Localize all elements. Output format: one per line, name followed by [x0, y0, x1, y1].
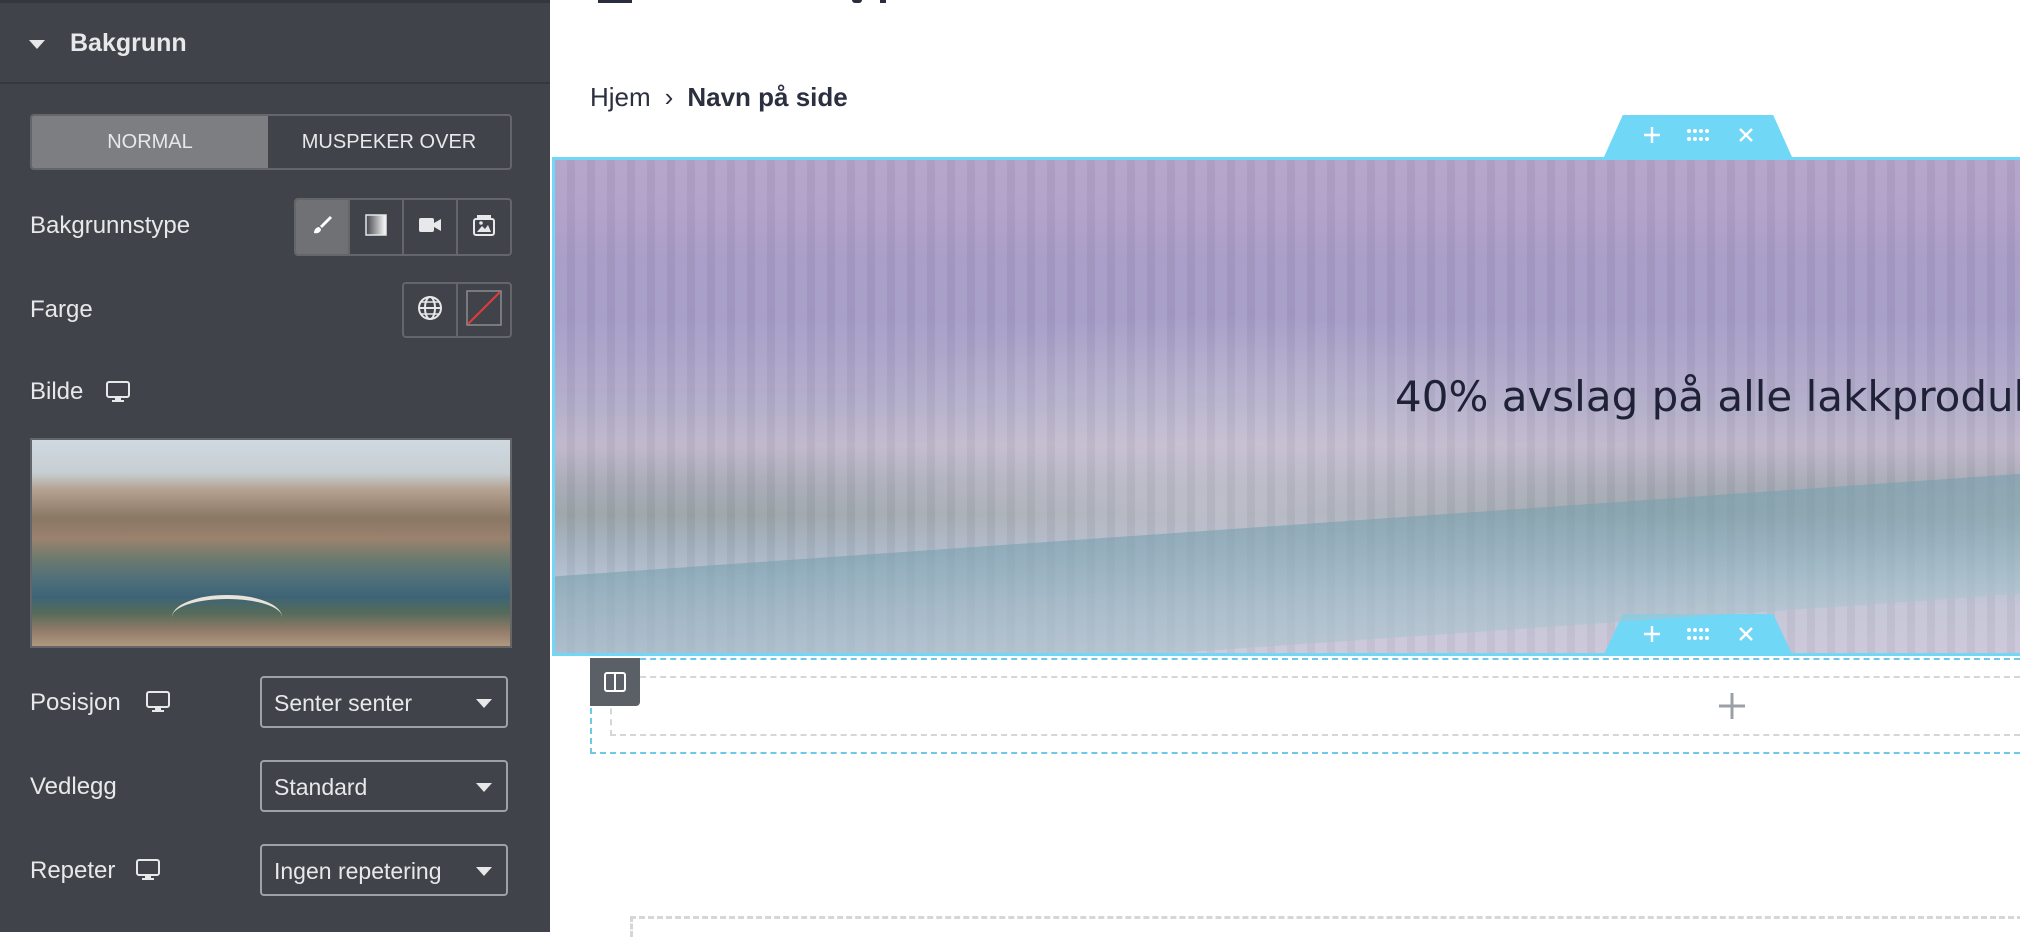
add-widget-button[interactable] — [1717, 686, 1747, 731]
dropdown-arrow-icon — [476, 867, 492, 876]
add-section-button[interactable] — [1638, 620, 1666, 648]
column-icon — [604, 672, 626, 692]
section-title: Bakgrunn — [70, 29, 187, 57]
header-fragment — [852, 0, 862, 3]
delete-section-button[interactable] — [1732, 620, 1760, 648]
attachment-select[interactable]: Standard — [260, 760, 508, 812]
gradient-icon — [365, 213, 387, 241]
delete-section-button[interactable] — [1732, 121, 1760, 149]
dropdown-arrow-icon — [476, 699, 492, 708]
plus-icon — [1719, 693, 1745, 719]
position-label: Posisjon — [30, 689, 121, 716]
drag-icon — [1687, 129, 1709, 141]
section-handle — [1604, 115, 1792, 157]
breadcrumb-separator: › — [664, 82, 674, 112]
caret-down-icon — [29, 40, 45, 49]
tab-normal[interactable]: NORMAL — [32, 116, 268, 168]
background-image-preview[interactable] — [30, 438, 512, 648]
breadcrumb-home[interactable]: Hjem — [590, 82, 651, 112]
edit-column-button[interactable] — [590, 658, 640, 706]
plus-icon — [1644, 127, 1660, 143]
bg-type-classic-button[interactable] — [296, 200, 348, 254]
image-label: Bilde — [30, 378, 84, 405]
next-section-outline — [630, 916, 2020, 937]
hero-section[interactable]: 40% avslag på alle lakkprodukter — [552, 157, 2020, 656]
header-fragment — [598, 0, 632, 3]
close-icon — [1739, 128, 1753, 142]
bg-type-gradient-button[interactable] — [348, 200, 402, 254]
section-header-background[interactable]: Bakgrunn — [0, 3, 550, 84]
color-control — [402, 282, 512, 338]
repeat-select-value: Ingen repetering — [274, 858, 442, 884]
global-colors-button[interactable] — [404, 284, 458, 336]
drag-icon — [1687, 628, 1709, 640]
add-section-button[interactable] — [1638, 121, 1666, 149]
bg-type-slideshow-button[interactable] — [456, 200, 510, 254]
brush-icon — [310, 213, 334, 242]
dropdown-arrow-icon — [476, 783, 492, 792]
page-preview: Hjem › Navn på side 40% avslag på alle lak… — [550, 0, 2020, 937]
position-select[interactable]: Senter senter — [260, 676, 508, 728]
bg-type-video-button[interactable] — [402, 200, 456, 254]
close-icon — [1739, 627, 1753, 641]
drag-section-button[interactable] — [1684, 121, 1712, 149]
bg-type-selector — [294, 198, 512, 256]
desktop-icon[interactable] — [136, 859, 160, 881]
color-swatch[interactable] — [458, 284, 510, 336]
desktop-icon[interactable] — [146, 691, 170, 713]
bg-type-label: Bakgrunnstype — [30, 212, 191, 239]
position-select-value: Senter senter — [274, 690, 413, 716]
attachment-select-value: Standard — [274, 774, 368, 800]
breadcrumb: Hjem › Navn på side — [590, 82, 848, 113]
drag-section-button[interactable] — [1684, 620, 1712, 648]
banner-headline[interactable]: 40% avslag på alle lakkprodukter — [1395, 372, 2020, 421]
slideshow-icon — [472, 213, 496, 242]
breadcrumb-current: Navn på side — [687, 82, 848, 112]
empty-column[interactable] — [610, 676, 2020, 736]
plus-icon — [1644, 626, 1660, 642]
color-label: Farge — [30, 296, 93, 323]
video-icon — [418, 216, 442, 239]
tab-hover[interactable]: MUSPEKER OVER — [268, 116, 510, 168]
desktop-icon[interactable] — [106, 381, 130, 403]
no-color-icon — [466, 289, 502, 331]
river-image-area — [555, 473, 2020, 653]
repeat-select[interactable]: Ingen repetering — [260, 844, 508, 896]
repeat-label: Repeter — [30, 857, 116, 884]
globe-icon — [417, 295, 443, 326]
editor-panel: Bakgrunn NORMAL MUSPEKER OVER Bakgrunnst… — [0, 0, 550, 932]
attachment-label: Vedlegg — [30, 773, 117, 800]
header-fragment — [880, 0, 886, 3]
state-tabs: NORMAL MUSPEKER OVER — [30, 114, 512, 170]
